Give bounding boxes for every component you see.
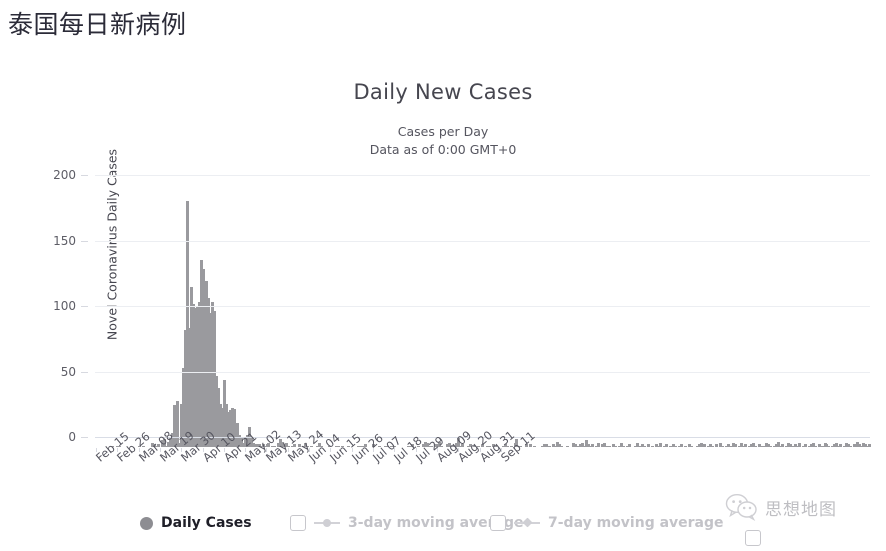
- bar[interactable]: [744, 444, 748, 447]
- bar[interactable]: [604, 445, 608, 447]
- bar[interactable]: [753, 445, 757, 447]
- bar[interactable]: [868, 444, 872, 447]
- chart-subtitle: Cases per Day: [397, 124, 489, 139]
- bar[interactable]: [596, 443, 600, 447]
- bar[interactable]: [664, 444, 668, 447]
- legend-item-2[interactable]: 3-day moving average: [290, 510, 524, 536]
- bar[interactable]: [684, 445, 687, 447]
- bar[interactable]: [703, 444, 707, 447]
- legend-label: 7-day moving average: [548, 515, 724, 531]
- bar[interactable]: [798, 443, 802, 447]
- bar[interactable]: [622, 445, 625, 447]
- wechat-icon: [725, 493, 759, 521]
- bars-layer: [95, 185, 872, 447]
- legend-checkbox[interactable]: [290, 515, 306, 531]
- bar[interactable]: [668, 445, 672, 447]
- bar[interactable]: [651, 445, 655, 447]
- y-tick-label: 50: [60, 364, 76, 379]
- bar[interactable]: [689, 445, 693, 447]
- gridline: [95, 240, 870, 242]
- daily-new-cases-chart: Daily New Cases Cases per Day Data as of…: [0, 52, 886, 551]
- bar[interactable]: [680, 444, 684, 447]
- bar[interactable]: [827, 445, 831, 447]
- bar[interactable]: [591, 444, 594, 447]
- bar[interactable]: [720, 445, 724, 447]
- bar[interactable]: [565, 445, 569, 447]
- legend-item-3[interactable]: 7-day moving average: [490, 510, 724, 536]
- bar[interactable]: [560, 445, 563, 447]
- y-tick-label: 150: [53, 233, 76, 248]
- bar[interactable]: [544, 444, 548, 447]
- legend-checkbox[interactable]: [490, 515, 506, 531]
- plot-area: [95, 175, 872, 447]
- bar[interactable]: [532, 445, 536, 447]
- chart-data-timestamp: Data as of 0:00 GMT+0: [369, 142, 517, 157]
- bar[interactable]: [734, 444, 738, 447]
- bar[interactable]: [674, 445, 678, 447]
- y-tick-label: 200: [53, 168, 76, 182]
- bar[interactable]: [548, 445, 552, 447]
- bar[interactable]: [575, 445, 579, 447]
- legend-item-1[interactable]: Daily Cases: [140, 510, 252, 536]
- bar[interactable]: [608, 445, 612, 447]
- gridline: [95, 175, 870, 176]
- legend-line-diamond-icon: [514, 517, 540, 529]
- bar[interactable]: [813, 445, 817, 447]
- y-tick-mark: [81, 437, 88, 438]
- page-title: 泰国每日新病例: [8, 10, 187, 39]
- bar[interactable]: [769, 445, 773, 447]
- chart-title: Daily New Cases: [353, 80, 533, 104]
- watermark: 思想地图: [725, 493, 837, 521]
- y-axis: 0 50 100 150 200: [0, 168, 88, 447]
- bar[interactable]: [839, 444, 842, 447]
- bar[interactable]: [848, 445, 852, 447]
- bar[interactable]: [637, 445, 641, 447]
- bar[interactable]: [790, 445, 794, 447]
- bar[interactable]: [711, 445, 715, 447]
- gridline: [95, 306, 870, 307]
- y-tick-mark: [81, 240, 88, 242]
- bar[interactable]: [780, 444, 784, 447]
- y-tick-mark: [81, 371, 88, 373]
- bar[interactable]: [614, 445, 618, 447]
- y-tick-mark: [81, 306, 88, 307]
- y-tick-mark: [81, 175, 88, 176]
- bar[interactable]: [647, 444, 651, 447]
- bar[interactable]: [627, 444, 631, 447]
- gridline: [95, 371, 870, 373]
- bar[interactable]: [658, 443, 662, 447]
- legend-dot-icon: [140, 516, 153, 530]
- bar[interactable]: [728, 445, 732, 447]
- legend-line-dot-icon: [314, 517, 340, 529]
- bar[interactable]: [715, 444, 718, 447]
- bar[interactable]: [643, 445, 647, 447]
- legend-label: Daily Cases: [161, 515, 252, 531]
- y-tick-label: 0: [68, 430, 76, 444]
- watermark-text: 思想地图: [765, 499, 837, 520]
- bar[interactable]: [804, 444, 808, 447]
- y-tick-label: 100: [53, 299, 76, 313]
- legend-checkbox-extra[interactable]: [745, 530, 761, 546]
- bar[interactable]: [759, 445, 763, 447]
